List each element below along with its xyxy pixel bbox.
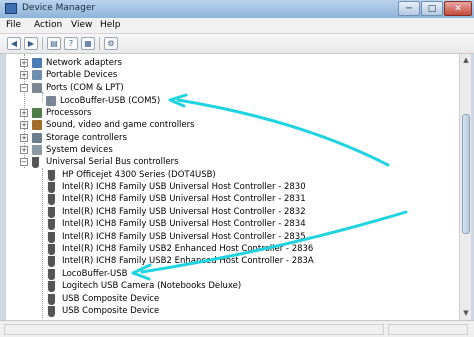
device-manager-window: Device Manager ─ □ ✕ File Action View He… bbox=[0, 0, 474, 337]
annotation-arrow bbox=[140, 210, 408, 274]
annotation-arrows bbox=[131, 93, 408, 281]
annotation-arrow bbox=[176, 98, 390, 167]
